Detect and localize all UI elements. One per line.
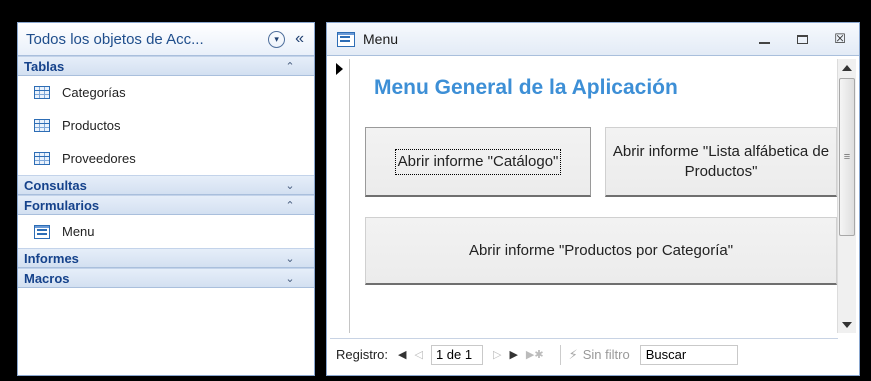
current-record-field[interactable]: 1 de 1 [430,344,483,365]
divider [559,344,561,365]
group-label: Formularios [24,197,100,213]
open-productos-categoria-report-button[interactable]: Abrir informe "Productos por Categoría" [365,217,837,285]
group-header-formularios[interactable]: Formularios ⌃ [18,195,314,215]
grip-icon: ≡ [843,150,851,163]
restore-button[interactable] [783,32,821,47]
group-header-macros[interactable]: Macros ⌄ [18,268,314,288]
nav-item-label: Proveedores [62,151,136,166]
scroll-up-button[interactable] [838,59,856,76]
button-label: Abrir informe "Lista alfábetica de Produ… [612,142,830,180]
nav-item-label: Menu [62,224,95,239]
nav-menu-dropdown-icon[interactable]: ▾ [268,30,286,48]
chevron-up-icon[interactable]: ⌃ [282,199,298,212]
group-label: Informes [24,250,79,266]
group-header-consultas[interactable]: Consultas ⌄ [18,175,314,195]
form-detail: Menu General de la Aplicación Abrir info… [351,59,838,333]
form-window: Menu ☒ Menu General de la Aplicación Abr… [326,22,860,376]
record-navigation-bar: Registro: ◀ ◁ 1 de 1 ▷ ▶ ▶✱ ⚡ Sin filtro… [330,338,838,370]
nav-pane-header[interactable]: Todos los objetos de Acc... ▾ « [18,23,314,56]
nav-item-menu[interactable]: Menu [18,215,314,248]
first-record-button[interactable]: ◀ [398,348,406,361]
chevron-down-icon[interactable]: ⌄ [282,179,298,192]
open-catalogo-report-button[interactable]: Abrir informe "Catálogo" [365,127,591,197]
button-label: Abrir informe "Productos por Categoría" [468,241,734,259]
table-icon [34,152,50,165]
nav-item-label: Productos [62,118,121,133]
nav-pane-title[interactable]: Todos los objetos de Acc... [26,31,268,48]
shutter-bar-collapse-icon[interactable]: « [295,30,304,48]
scroll-down-button[interactable] [838,316,856,333]
open-lista-report-button[interactable]: Abrir informe "Lista alfábetica de Produ… [605,127,837,197]
scroll-thumb[interactable]: ≡ [839,78,855,236]
group-label: Tablas [24,58,65,74]
form-heading: Menu General de la Aplicación [374,76,678,99]
chevron-down-icon[interactable]: ⌄ [282,252,298,265]
form-icon [34,224,50,239]
previous-record-button[interactable]: ◁ [415,348,423,361]
record-label: Registro: [336,347,389,362]
new-record-button[interactable]: ▶✱ [526,348,544,361]
search-input[interactable]: Buscar [639,344,738,365]
record-selector[interactable] [330,59,350,333]
close-button[interactable]: ☒ [821,31,859,47]
window-title: Menu [363,31,399,47]
nav-item-proveedores[interactable]: Proveedores [18,142,314,175]
arrow-down-icon [842,321,852,328]
filter-toggle[interactable]: ⚡ Sin filtro [569,347,630,363]
nav-item-categorias[interactable]: Categorías [18,76,314,109]
nav-item-productos[interactable]: Productos [18,109,314,142]
arrow-up-icon [842,64,852,71]
window-title-bar[interactable]: Menu ☒ [327,23,859,56]
minimize-button[interactable] [745,32,783,47]
current-record-arrow-icon [336,63,343,75]
minimize-icon [758,42,770,45]
navigation-pane: Todos los objetos de Acc... ▾ « Tablas ⌃… [17,22,315,376]
table-icon [34,119,50,132]
group-header-tablas[interactable]: Tablas ⌃ [18,56,314,76]
vertical-scrollbar[interactable]: ≡ [837,59,856,333]
form-icon [337,31,355,47]
nav-item-label: Categorías [62,85,126,100]
group-label: Consultas [24,177,87,193]
group-header-informes[interactable]: Informes ⌄ [18,248,314,268]
table-icon [34,86,50,99]
last-record-button[interactable]: ▶ [509,348,517,361]
filter-icon: ⚡ [568,346,578,362]
next-record-button[interactable]: ▷ [493,348,501,361]
chevron-up-icon[interactable]: ⌃ [282,60,298,73]
chevron-down-icon[interactable]: ⌄ [282,272,298,285]
group-label: Macros [24,270,70,286]
filter-label: Sin filtro [582,347,630,362]
button-label: Abrir informe "Catálogo" [394,148,562,175]
restore-icon [796,34,808,44]
